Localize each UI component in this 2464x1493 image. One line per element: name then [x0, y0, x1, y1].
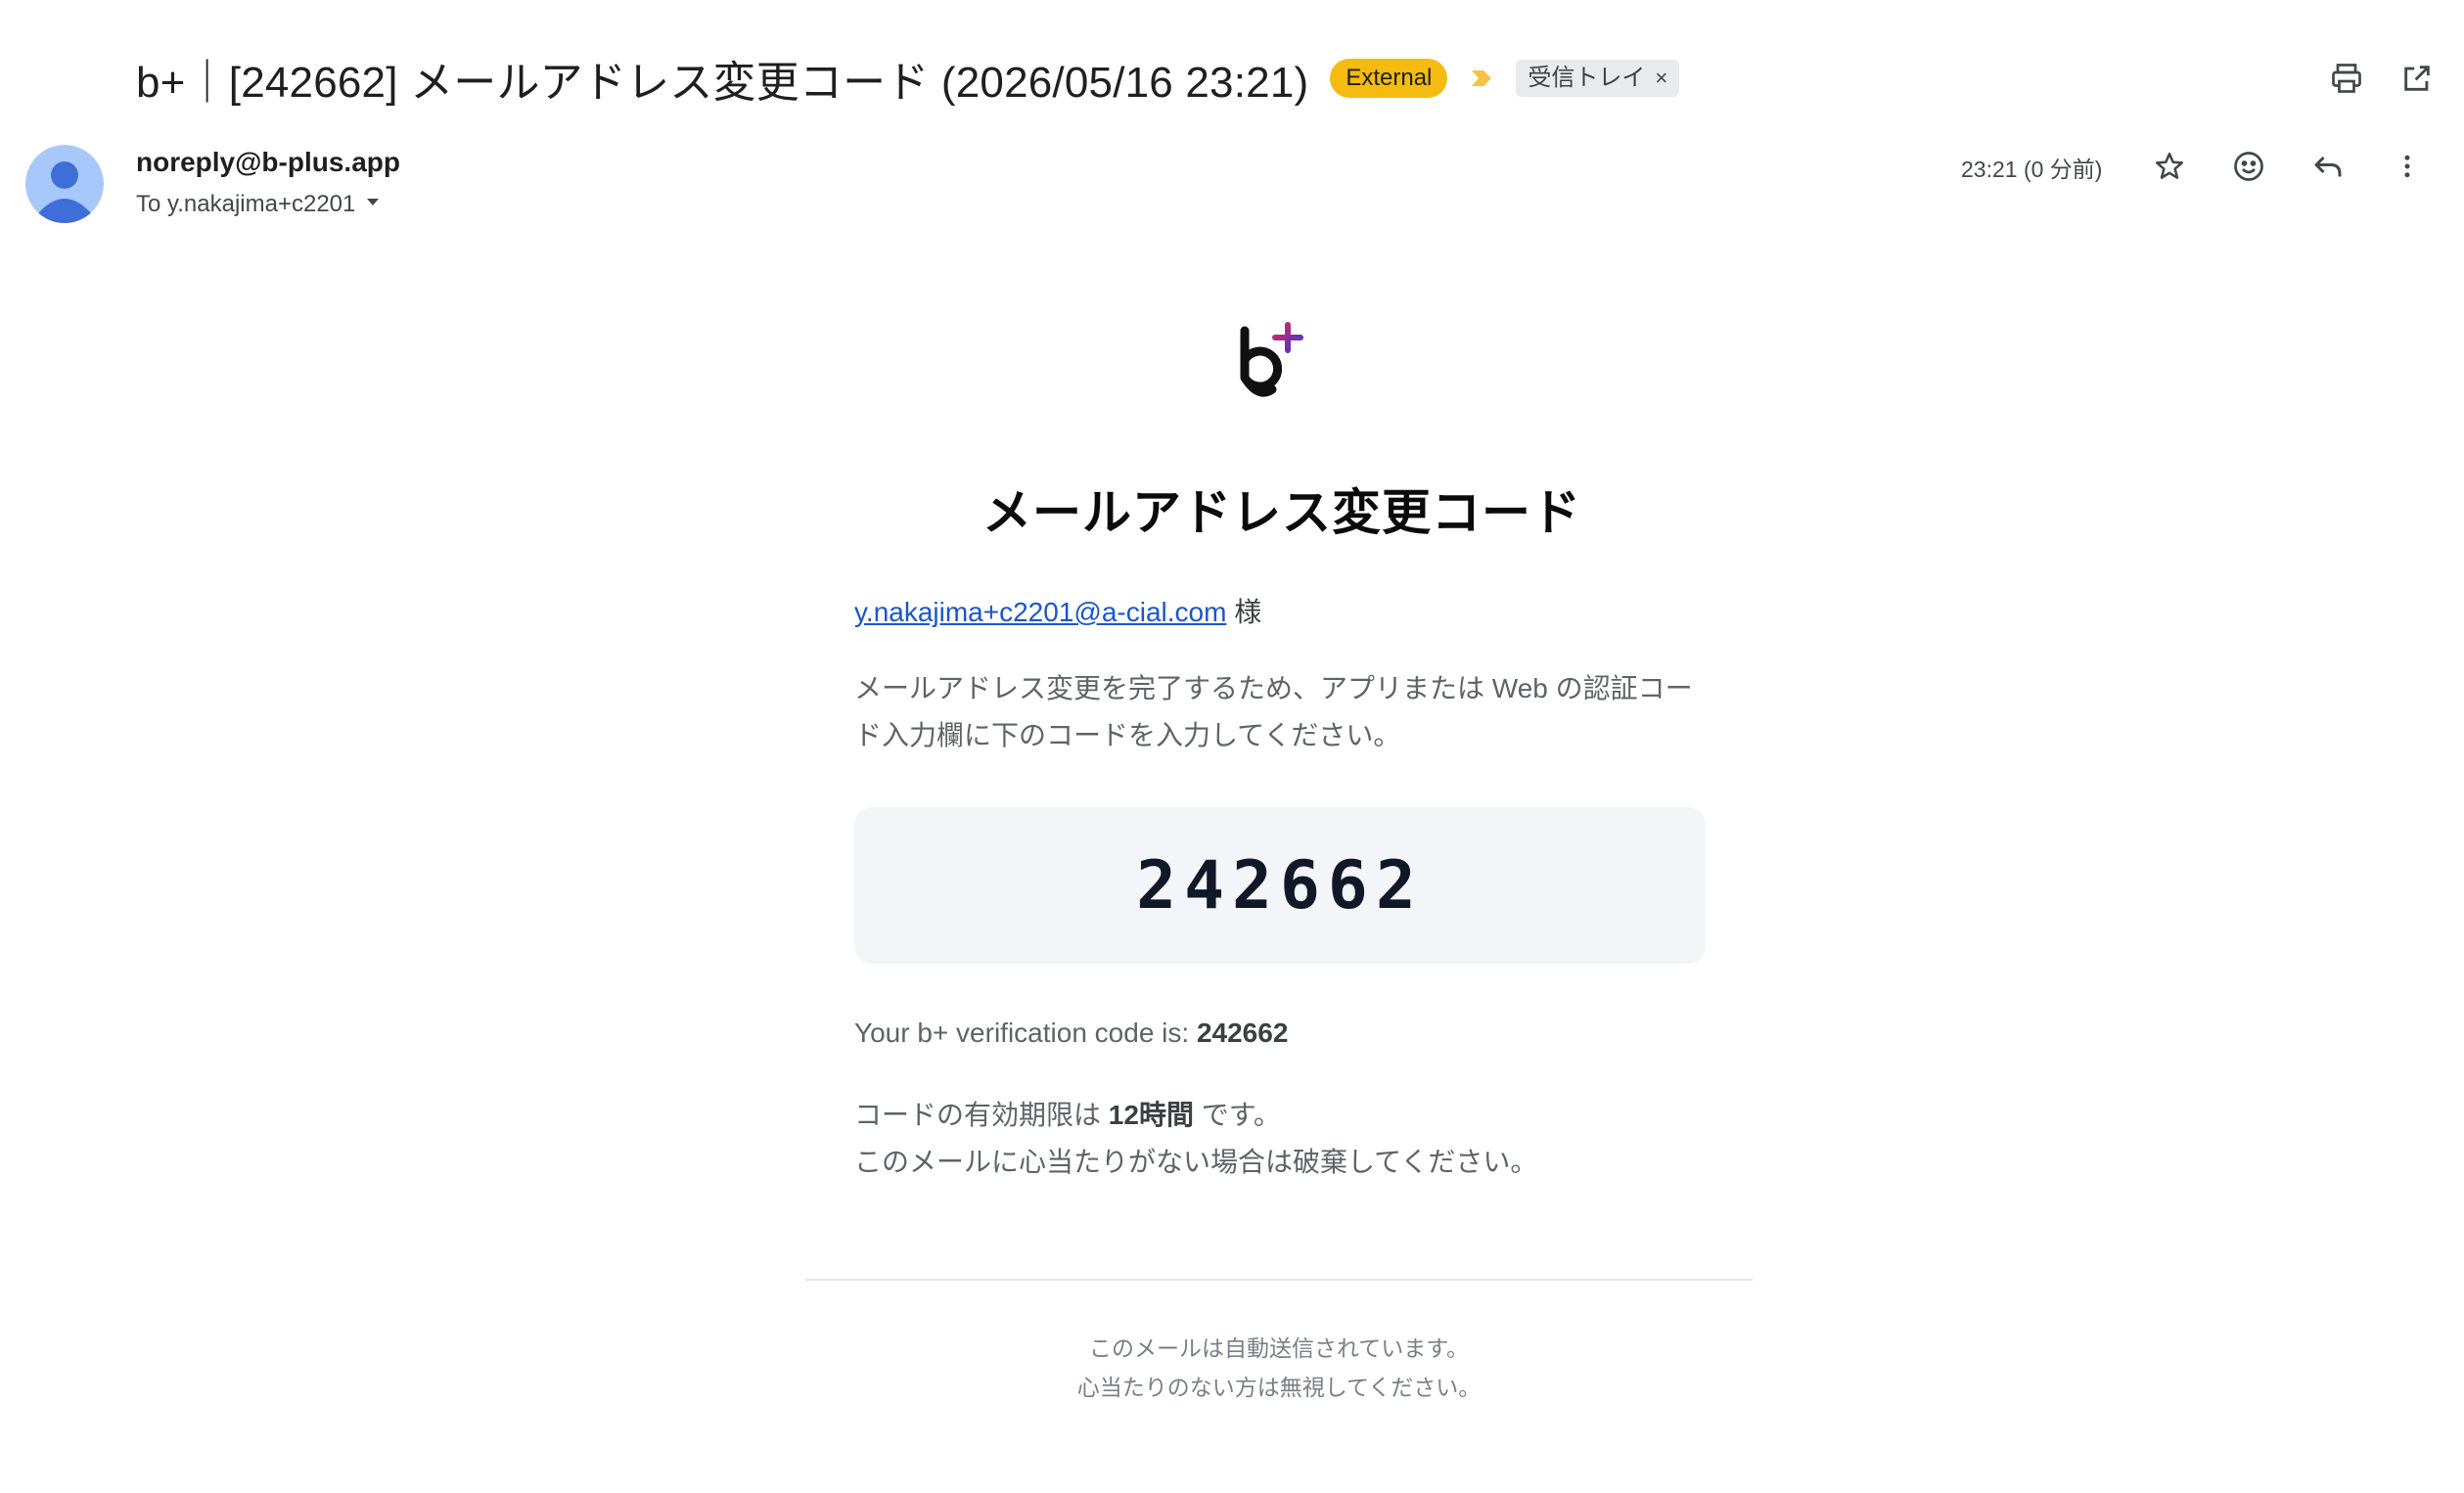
expiry-prefix: コードの有効期限は — [854, 1100, 1102, 1130]
chevron-down-icon[interactable] — [363, 191, 383, 218]
footer-divider — [805, 1279, 1753, 1281]
expiry-suffix: です。 — [1201, 1100, 1281, 1130]
more-vert-icon[interactable] — [2386, 145, 2429, 188]
recipient-text: To y.nakajima+c2201 — [136, 191, 356, 217]
english-code-value: 242662 — [1196, 1018, 1289, 1048]
email-title: メールアドレス変更コード — [982, 485, 1581, 540]
sender-email[interactable]: noreply@b-plus.app — [136, 147, 400, 178]
b-plus-logo — [1233, 321, 1321, 409]
email-subject: b+｜[242662] メールアドレス変更コード (2026/05/16 23:… — [136, 59, 1309, 107]
verification-code: 242662 — [1136, 846, 1424, 925]
verification-code-box: 242662 — [854, 807, 1706, 964]
star-icon[interactable] — [2148, 145, 2191, 188]
timestamp: 23:21 (0 分前) — [1961, 157, 2103, 182]
footer-line-1: このメールは自動送信されています。 — [1088, 1335, 1469, 1361]
footer-line-2: 心当たりのない方は無視してください。 — [1076, 1375, 1482, 1400]
recipient-line[interactable]: To y.nakajima+c2201 — [136, 191, 383, 218]
importance-marker-icon[interactable] — [1469, 66, 1494, 91]
avatar[interactable] — [25, 145, 104, 223]
inbox-label-chip: 受信トレイ × — [1516, 60, 1680, 97]
expiry-value: 12時間 — [1108, 1100, 1194, 1130]
reply-icon[interactable] — [2306, 145, 2350, 188]
honorific: 様 — [1234, 597, 1262, 627]
recipient-email-link[interactable]: y.nakajima+c2201@a-cial.com — [854, 597, 1226, 627]
inbox-label: 受信トレイ — [1528, 65, 1646, 91]
expiry-notice: コードの有効期限は 12時間 です。 このメールに心当たりがない場合は破棄してく… — [854, 1092, 1537, 1186]
english-code-line: Your b+ verification code is: 242662 — [854, 1018, 1288, 1049]
subject-bar: b+｜[242662] メールアドレス変更コード (2026/05/16 23:… — [136, 47, 1680, 110]
external-badge: External — [1330, 59, 1448, 98]
instructions-text: メールアドレス変更を完了するため、アプリまたは Web の認証コード入力欄に下の… — [854, 673, 1693, 750]
remove-label-icon[interactable]: × — [1655, 64, 1667, 93]
english-code-prefix: Your b+ verification code is: — [854, 1018, 1190, 1048]
discard-notice: このメールに心当たりがない場合は破棄してください。 — [854, 1147, 1538, 1177]
greeting: y.nakajima+c2201@a-cial.com 様 — [854, 591, 1261, 630]
open-in-new-window-icon[interactable] — [2396, 57, 2439, 100]
email-footer: このメールは自動送信されています。 心当たりのない方は無視してください。 — [805, 1329, 1753, 1407]
printer-icon[interactable] — [2325, 57, 2368, 100]
emoji-reaction-icon[interactable] — [2227, 145, 2270, 188]
